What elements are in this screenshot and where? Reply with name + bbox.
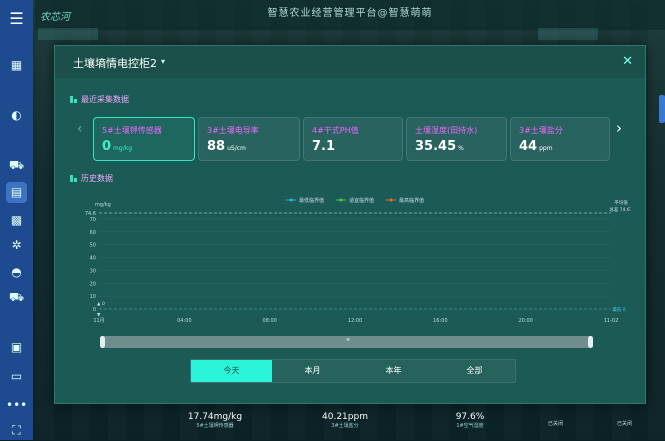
marker-up-icon: ▲: [97, 302, 101, 307]
sensor-card[interactable]: 3#土壤盐分 44 ppm: [510, 117, 610, 161]
y-tick-label: 74.6: [85, 211, 96, 217]
left-panel-header: [38, 28, 98, 40]
sensor-card-value: 0 mg/kg: [102, 139, 133, 154]
sidebar-item-leaf-icon[interactable]: ◐: [6, 105, 27, 126]
logo: 农芯河: [40, 12, 70, 23]
sidebar-item-truck-icon[interactable]: ⛟: [6, 287, 27, 308]
chart-range-slider[interactable]: ≡: [100, 336, 593, 348]
sidebar-item-doc-icon[interactable]: ▣: [6, 337, 27, 358]
sensor-card[interactable]: 土壤湿度(田持水) 35.45%: [406, 117, 507, 161]
x-tick-label: 04:00: [177, 318, 191, 324]
legend-marker: [389, 198, 393, 202]
y-tick-label: 50: [90, 243, 96, 249]
sensor-card-label: 3#土壤电导率: [207, 126, 259, 135]
period-tabs: 今天 本月 本年 全部: [190, 359, 516, 383]
average-label: 平均值: [614, 199, 628, 206]
sidebar-item-tractor-icon[interactable]: ⛟: [6, 155, 27, 176]
modal-header: 土壤墒情电控柜2 ▾ ✕: [55, 46, 645, 78]
bottom-stat: 40.21ppm 3#土壤盐分: [322, 412, 368, 429]
sensor-card-value: 44 ppm: [519, 139, 553, 154]
close-icon[interactable]: ✕: [622, 54, 633, 69]
sensor-modal: 土壤墒情电控柜2 ▾ ✕ 最近采集数据 ‹ › 5#土壤钾传感器 0 mg/kg 3#…: [54, 45, 646, 404]
x-tick-label: 11月: [93, 318, 104, 324]
platform-title: 智慧农业经营管理平台@智慧萌萌: [267, 8, 433, 19]
x-tick-label: 08:00: [262, 318, 276, 324]
sensor-card-value: 88 uS/cm: [207, 139, 246, 154]
chevron-left-icon[interactable]: ‹: [77, 121, 83, 137]
bottom-stat: 97.6% 1#空气湿度: [455, 412, 485, 429]
legend-label: 适宜临界值: [349, 197, 374, 204]
y-tick-label: 60: [90, 230, 96, 236]
min-label: 最低 0: [612, 306, 625, 313]
sensor-card-label: 土壤湿度(田持水): [415, 126, 478, 135]
y-axis-unit: mg/kg: [95, 202, 111, 208]
y-tick-label: 10: [90, 294, 96, 300]
bottom-right-status: 已关闭 已关闭: [548, 421, 633, 427]
sensor-card-value: 7.1: [312, 139, 336, 154]
chevron-right-icon[interactable]: ›: [616, 119, 622, 137]
sidebar-item-video-icon[interactable]: ▭: [6, 366, 27, 387]
sidebar-item-map-icon[interactable]: ▦: [6, 55, 27, 76]
legend-marker: [339, 198, 343, 202]
right-edge-tab[interactable]: [659, 95, 665, 123]
sensor-card-label: 5#土壤钾传感器: [102, 126, 162, 135]
tab-month[interactable]: 本月: [272, 360, 353, 382]
sensor-card[interactable]: 4#干式PH值 7.1: [303, 117, 403, 161]
sensor-card-label: 3#土壤盐分: [519, 126, 563, 135]
range-handle-right[interactable]: [588, 336, 593, 348]
modal-title[interactable]: 土壤墒情电控柜2: [73, 55, 157, 71]
bottom-stat: 17.74mg/kg 5#土壤钾传感器: [187, 412, 243, 429]
y-tick-label: 0: [93, 307, 96, 313]
sidebar-item-device-icon[interactable]: ▤: [6, 182, 27, 203]
sensor-card[interactable]: 3#土壤电导率 88 uS/cm: [198, 117, 300, 161]
section-title-recent: 最近采集数据: [81, 95, 129, 104]
legend-marker: [289, 198, 293, 202]
y-tick-label: 30: [90, 268, 96, 274]
menu-icon[interactable]: ☰: [6, 8, 27, 29]
section-icon: [70, 96, 77, 103]
x-tick-label: 12:00: [348, 318, 362, 324]
sidebar-item-user-icon[interactable]: ◓: [6, 262, 27, 283]
tab-all[interactable]: 全部: [434, 360, 515, 382]
y-tick-label: 40: [90, 256, 96, 262]
sidebar-item-gear-icon[interactable]: ✲: [6, 235, 27, 256]
top-bar: 智慧农业经营管理平台@智慧萌萌: [35, 0, 665, 30]
tab-today[interactable]: 今天: [191, 360, 272, 382]
sensor-card[interactable]: 5#土壤钾传感器 0 mg/kg: [93, 117, 195, 161]
history-chart: mg/kg 0 10 20 30 40 50 60 7074.6 11月 04:00 08:00 12:…: [85, 197, 631, 324]
bottom-stats: 17.74mg/kg 5#土壤钾传感器 40.21ppm 3#土壤盐分 97.6% 1…: [165, 404, 525, 440]
x-tick-label: 11-02: [604, 318, 619, 324]
marker-down-icon: ▼: [97, 313, 101, 318]
right-panel-header: [538, 28, 598, 40]
legend-label: 最高临界值: [399, 197, 424, 204]
x-tick-label: 20:00: [518, 318, 532, 324]
section-title-history: 历史数据: [81, 174, 113, 183]
y-tick-label: 70: [90, 217, 96, 223]
sidebar-item-grid-icon[interactable]: ▩: [6, 210, 27, 231]
sensor-card-value: 35.45%: [415, 139, 464, 154]
sidebar-item-fullscreen-icon[interactable]: ⛶: [6, 420, 27, 441]
range-handle-left[interactable]: [100, 336, 105, 348]
x-tick-label: 16:00: [433, 318, 447, 324]
sensor-card-label: 4#干式PH值: [312, 126, 359, 135]
section-icon: [70, 175, 77, 182]
average-sub-label: 总差 74.67: [609, 206, 631, 213]
chevron-down-icon[interactable]: ▾: [161, 57, 165, 66]
range-grip: ≡: [346, 337, 351, 343]
legend-label: 最低临界值: [299, 197, 324, 204]
y-tick-label: 20: [90, 281, 96, 287]
marker-label: 0: [102, 301, 105, 307]
sidebar-item-more-icon[interactable]: •••: [6, 395, 27, 416]
sidebar: ☰ ▦ ◐ ⛟ ▤ ▩ ✲ ◓ ⛟ ▣ ▭ ••• ⛶: [0, 0, 33, 440]
tab-year[interactable]: 本年: [353, 360, 434, 382]
